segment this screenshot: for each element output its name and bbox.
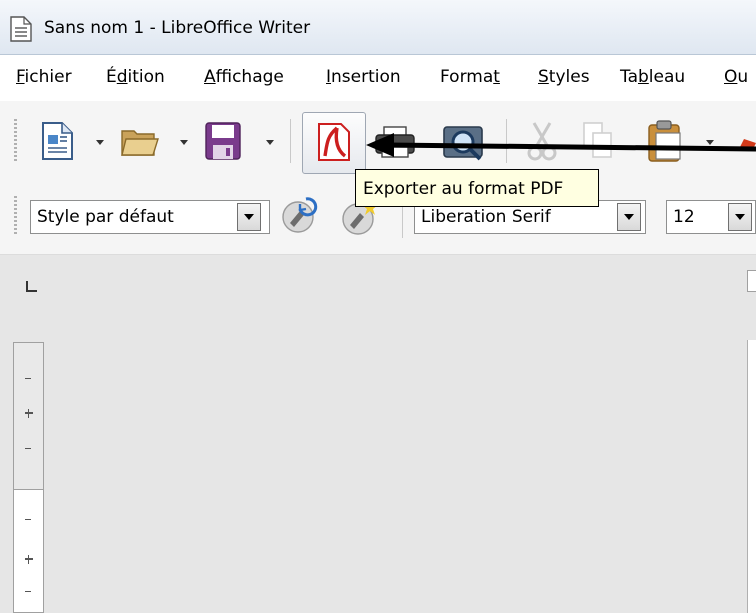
toolbar-grip[interactable] [14, 119, 17, 161]
ruler-tick [25, 558, 33, 560]
writer-document-icon [9, 16, 33, 46]
menu-tableau[interactable]: Tableau [620, 67, 685, 87]
print-icon[interactable] [374, 125, 416, 163]
horizontal-ruler[interactable] [747, 270, 756, 292]
menu-styles[interactable]: Styles [538, 67, 590, 87]
document-page[interactable] [747, 340, 756, 613]
font-name-value: Liberation Serif [421, 207, 551, 227]
toolbar-separator [290, 119, 291, 163]
paragraph-style-value: Style par défaut [37, 207, 174, 227]
save-icon[interactable] [204, 121, 242, 165]
window-title: Sans nom 1 - LibreOffice Writer [44, 18, 311, 38]
new-document-icon[interactable] [40, 121, 76, 165]
open-dropdown-icon[interactable] [180, 140, 188, 145]
paragraph-style-dropdown-icon[interactable] [237, 203, 261, 231]
menu-affichage[interactable]: Affichage [204, 67, 284, 87]
paragraph-style-combo[interactable]: Style par défaut [30, 200, 270, 234]
menu-format[interactable]: Format [440, 67, 500, 87]
menu-edition[interactable]: Édition [106, 67, 165, 87]
paste-icon[interactable] [646, 119, 686, 167]
export-pdf-icon [315, 122, 353, 166]
export-pdf-tooltip: Exporter au format PDF [355, 169, 599, 207]
menu-outils[interactable]: Ou [724, 67, 748, 87]
font-size-value: 12 [673, 207, 695, 227]
ruler-tick [28, 409, 29, 418]
ruler-tick [25, 519, 31, 520]
copy-icon[interactable] [582, 121, 614, 165]
cut-icon[interactable] [526, 121, 558, 165]
ruler-tick [28, 555, 29, 564]
clone-formatting-icon[interactable] [734, 135, 756, 155]
document-area [0, 255, 756, 613]
title-bar: Sans nom 1 - LibreOffice Writer [0, 0, 756, 55]
paste-dropdown-icon[interactable] [706, 140, 714, 145]
toolbar-grip[interactable] [14, 196, 17, 236]
ruler-tick [25, 378, 31, 379]
save-dropdown-icon[interactable] [266, 140, 274, 145]
vertical-ruler[interactable] [13, 342, 44, 613]
ruler-tick [25, 448, 31, 449]
open-folder-icon[interactable] [120, 125, 160, 161]
font-name-dropdown-icon[interactable] [617, 203, 641, 231]
menu-bar: Fichier Édition Affichage Insertion Form… [0, 55, 756, 101]
tab-stop-left-icon[interactable] [25, 278, 39, 297]
tooltip-text: Exporter au format PDF [363, 179, 564, 199]
export-pdf-button[interactable] [302, 112, 366, 174]
menu-fichier[interactable]: Fichier [16, 67, 72, 87]
ruler-tick [25, 412, 33, 414]
update-style-icon[interactable] [280, 195, 320, 239]
font-size-dropdown-icon[interactable] [728, 203, 752, 231]
new-dropdown-icon[interactable] [96, 140, 104, 145]
toolbar-separator [506, 119, 507, 163]
ruler-tick [25, 591, 31, 592]
menu-insertion[interactable]: Insertion [326, 67, 401, 87]
print-preview-icon[interactable] [442, 121, 486, 167]
